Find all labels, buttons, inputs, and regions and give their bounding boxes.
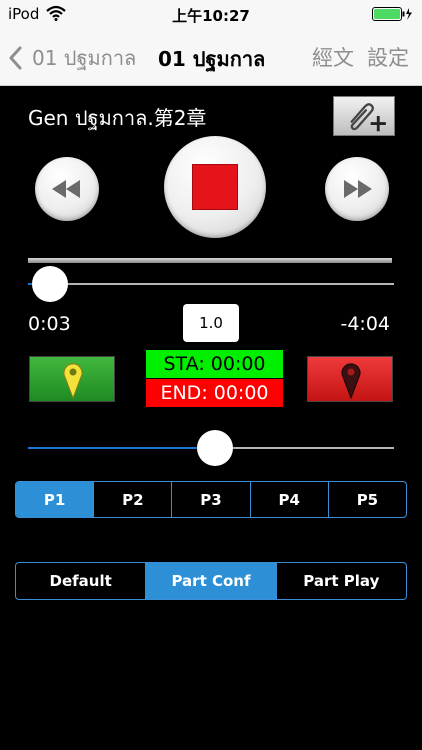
rewind-icon — [52, 180, 80, 198]
map-pin-yellow-icon — [63, 363, 83, 399]
waveform-bar — [28, 258, 392, 263]
page-title: 01 ปฐมกาล — [158, 47, 266, 71]
back-button[interactable]: 01 ปฐมกาล — [8, 42, 136, 74]
rewind-button[interactable] — [35, 157, 99, 221]
set-end-marker-button[interactable] — [307, 356, 393, 402]
start-marker-label: STA: 00:00 — [146, 350, 283, 378]
part-selector: P1 P2 P3 P4 P5 — [15, 481, 407, 518]
chapter-title: Gen ปฐมกาล.第2章 — [28, 106, 207, 130]
battery-icon — [372, 7, 412, 21]
paperclip-plus-icon — [350, 103, 386, 132]
charging-icon — [406, 8, 412, 20]
position-slider-thumb[interactable] — [196, 430, 233, 466]
map-pin-dark-icon — [341, 363, 361, 399]
settings-button[interactable]: 設定 — [367, 42, 409, 72]
set-start-marker-button[interactable] — [29, 356, 115, 402]
mode-tab-part-play[interactable]: Part Play — [275, 563, 406, 599]
remaining-time: -4:04 — [340, 313, 390, 335]
progress-slider[interactable] — [28, 283, 394, 285]
fast-forward-button[interactable] — [325, 157, 389, 221]
part-tab-p4[interactable]: P4 — [249, 482, 328, 517]
mode-tab-default[interactable]: Default — [16, 563, 145, 599]
nav-bar: 01 ปฐมกาล 01 ปฐมกาล 經文 設定 — [0, 28, 422, 86]
end-marker-label: END: 00:00 — [146, 379, 283, 407]
part-tab-p2[interactable]: P2 — [93, 482, 171, 517]
status-time: 上午10:27 — [172, 7, 250, 25]
mode-selector: Default Part Conf Part Play — [15, 562, 407, 600]
scripture-button[interactable]: 經文 — [312, 42, 354, 72]
speed-button[interactable]: 1.0 — [183, 304, 239, 342]
chevron-left-icon — [9, 46, 22, 70]
back-label: 01 ปฐมกาล — [32, 46, 137, 70]
position-fill — [28, 447, 215, 449]
add-attachment-button[interactable] — [333, 96, 395, 136]
part-tab-p1[interactable]: P1 — [16, 482, 94, 517]
elapsed-time: 0:03 — [28, 313, 71, 335]
part-tab-p3[interactable]: P3 — [171, 482, 249, 517]
progress-slider-thumb[interactable] — [31, 266, 68, 302]
mode-tab-part-conf[interactable]: Part Conf — [145, 563, 276, 599]
part-tab-p5[interactable]: P5 — [327, 482, 406, 517]
fast-forward-icon — [344, 180, 372, 198]
stop-button[interactable] — [164, 136, 266, 238]
status-bar: iPod 上午10:27 — [0, 0, 422, 28]
stop-icon — [192, 164, 238, 210]
